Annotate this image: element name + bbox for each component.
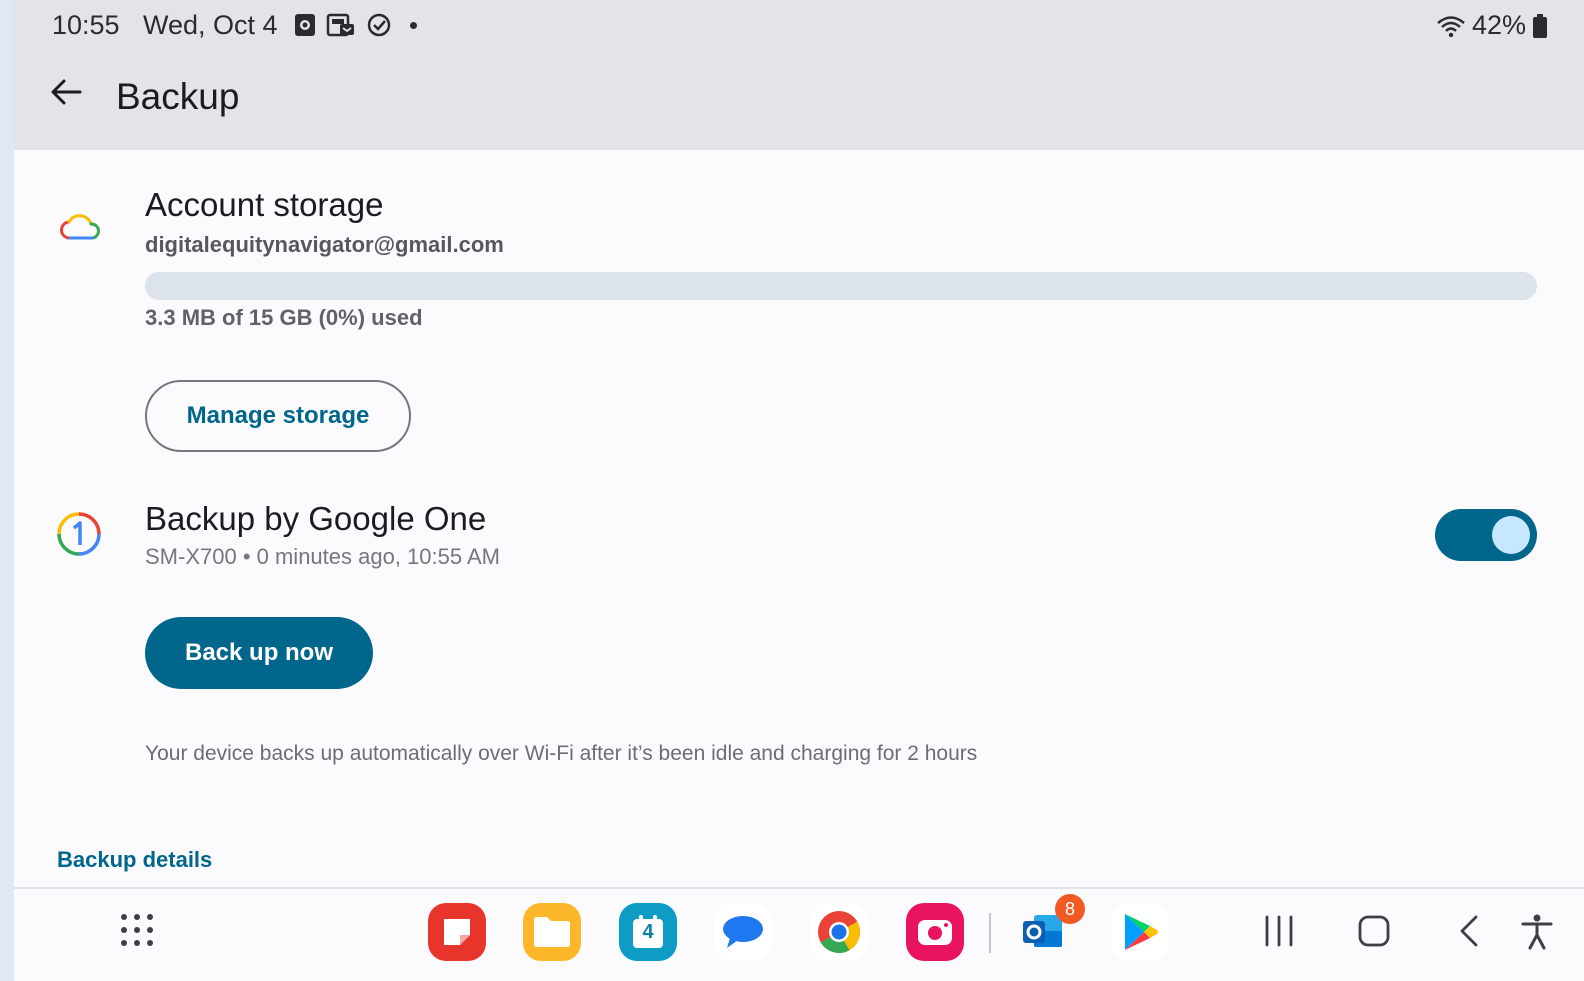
manage-storage-button[interactable]: Manage storage <box>145 380 411 452</box>
chrome-app-icon[interactable] <box>810 903 868 961</box>
backup-details-link[interactable]: Backup details <box>57 847 212 873</box>
recent-apps-icon[interactable] <box>1262 913 1296 949</box>
chrome-logo-icon <box>818 911 860 954</box>
chat-bubble-icon <box>723 916 763 948</box>
back-up-now-button[interactable]: Back up now <box>145 617 373 689</box>
meeting-notification-icon <box>326 13 354 37</box>
messages-app-icon[interactable] <box>714 903 772 961</box>
battery-percent: 42% <box>1471 10 1526 40</box>
dock-divider <box>989 913 991 953</box>
play-store-logo-icon <box>1125 914 1158 950</box>
google-one-last-backup: SM-X700 • 0 minutes ago, 10:55 AM <box>145 544 501 569</box>
more-notifications-dot <box>410 21 417 29</box>
status-time: 10:55 <box>52 10 120 40</box>
folder-glyph-icon <box>534 917 570 947</box>
my-files-app-icon[interactable] <box>523 903 581 961</box>
google-one-backup-toggle[interactable] <box>1435 509 1537 561</box>
outlook-unread-badge: 8 <box>1055 894 1085 924</box>
back-arrow-icon[interactable] <box>46 72 86 112</box>
cloud-icon <box>60 214 100 240</box>
nav-back-icon[interactable] <box>1454 913 1484 949</box>
sync-notification-icon <box>367 13 391 37</box>
account-storage-title: Account storage <box>145 186 384 223</box>
camera-glyph-icon <box>918 920 952 945</box>
home-icon[interactable] <box>1356 913 1392 949</box>
status-right: 42% <box>1436 10 1548 41</box>
status-date: Wed, Oct 4 <box>143 10 278 40</box>
notification-icons <box>294 12 417 38</box>
wifi-icon <box>1437 15 1465 37</box>
taskbar: 4 8 <box>14 887 1584 981</box>
calendar-day-label: 4 <box>642 921 654 943</box>
accessibility-icon[interactable] <box>1519 913 1555 951</box>
battery-icon <box>1533 13 1547 38</box>
play-store-app-icon[interactable] <box>1111 903 1169 961</box>
toggle-knob <box>1492 516 1530 554</box>
outlook-notification-icon <box>295 14 315 36</box>
google-one-title: Backup by Google One <box>145 500 487 537</box>
page-title: Backup <box>116 76 240 117</box>
auto-backup-info: Your device backs up automatically over … <box>145 742 978 765</box>
storage-progress-bar <box>145 272 1537 300</box>
header: 10:55 Wed, Oct 4 42% Backup <box>14 0 1584 150</box>
notes-glyph-icon <box>444 919 470 945</box>
screen-recorder-app-icon[interactable] <box>906 903 964 961</box>
settings-screen: 10:55 Wed, Oct 4 42% Backup Account stor… <box>14 0 1584 981</box>
google-one-icon <box>57 512 101 556</box>
calendar-app-icon[interactable]: 4 <box>619 903 677 961</box>
samsung-notes-app-icon[interactable] <box>428 903 486 961</box>
status-bar: 10:55 Wed, Oct 4 42% <box>14 0 1584 52</box>
app-drawer-icon[interactable] <box>120 913 154 947</box>
account-email: digitalequitynavigator@gmail.com <box>145 232 504 257</box>
storage-usage-text: 3.3 MB of 15 GB (0%) used <box>145 305 423 330</box>
